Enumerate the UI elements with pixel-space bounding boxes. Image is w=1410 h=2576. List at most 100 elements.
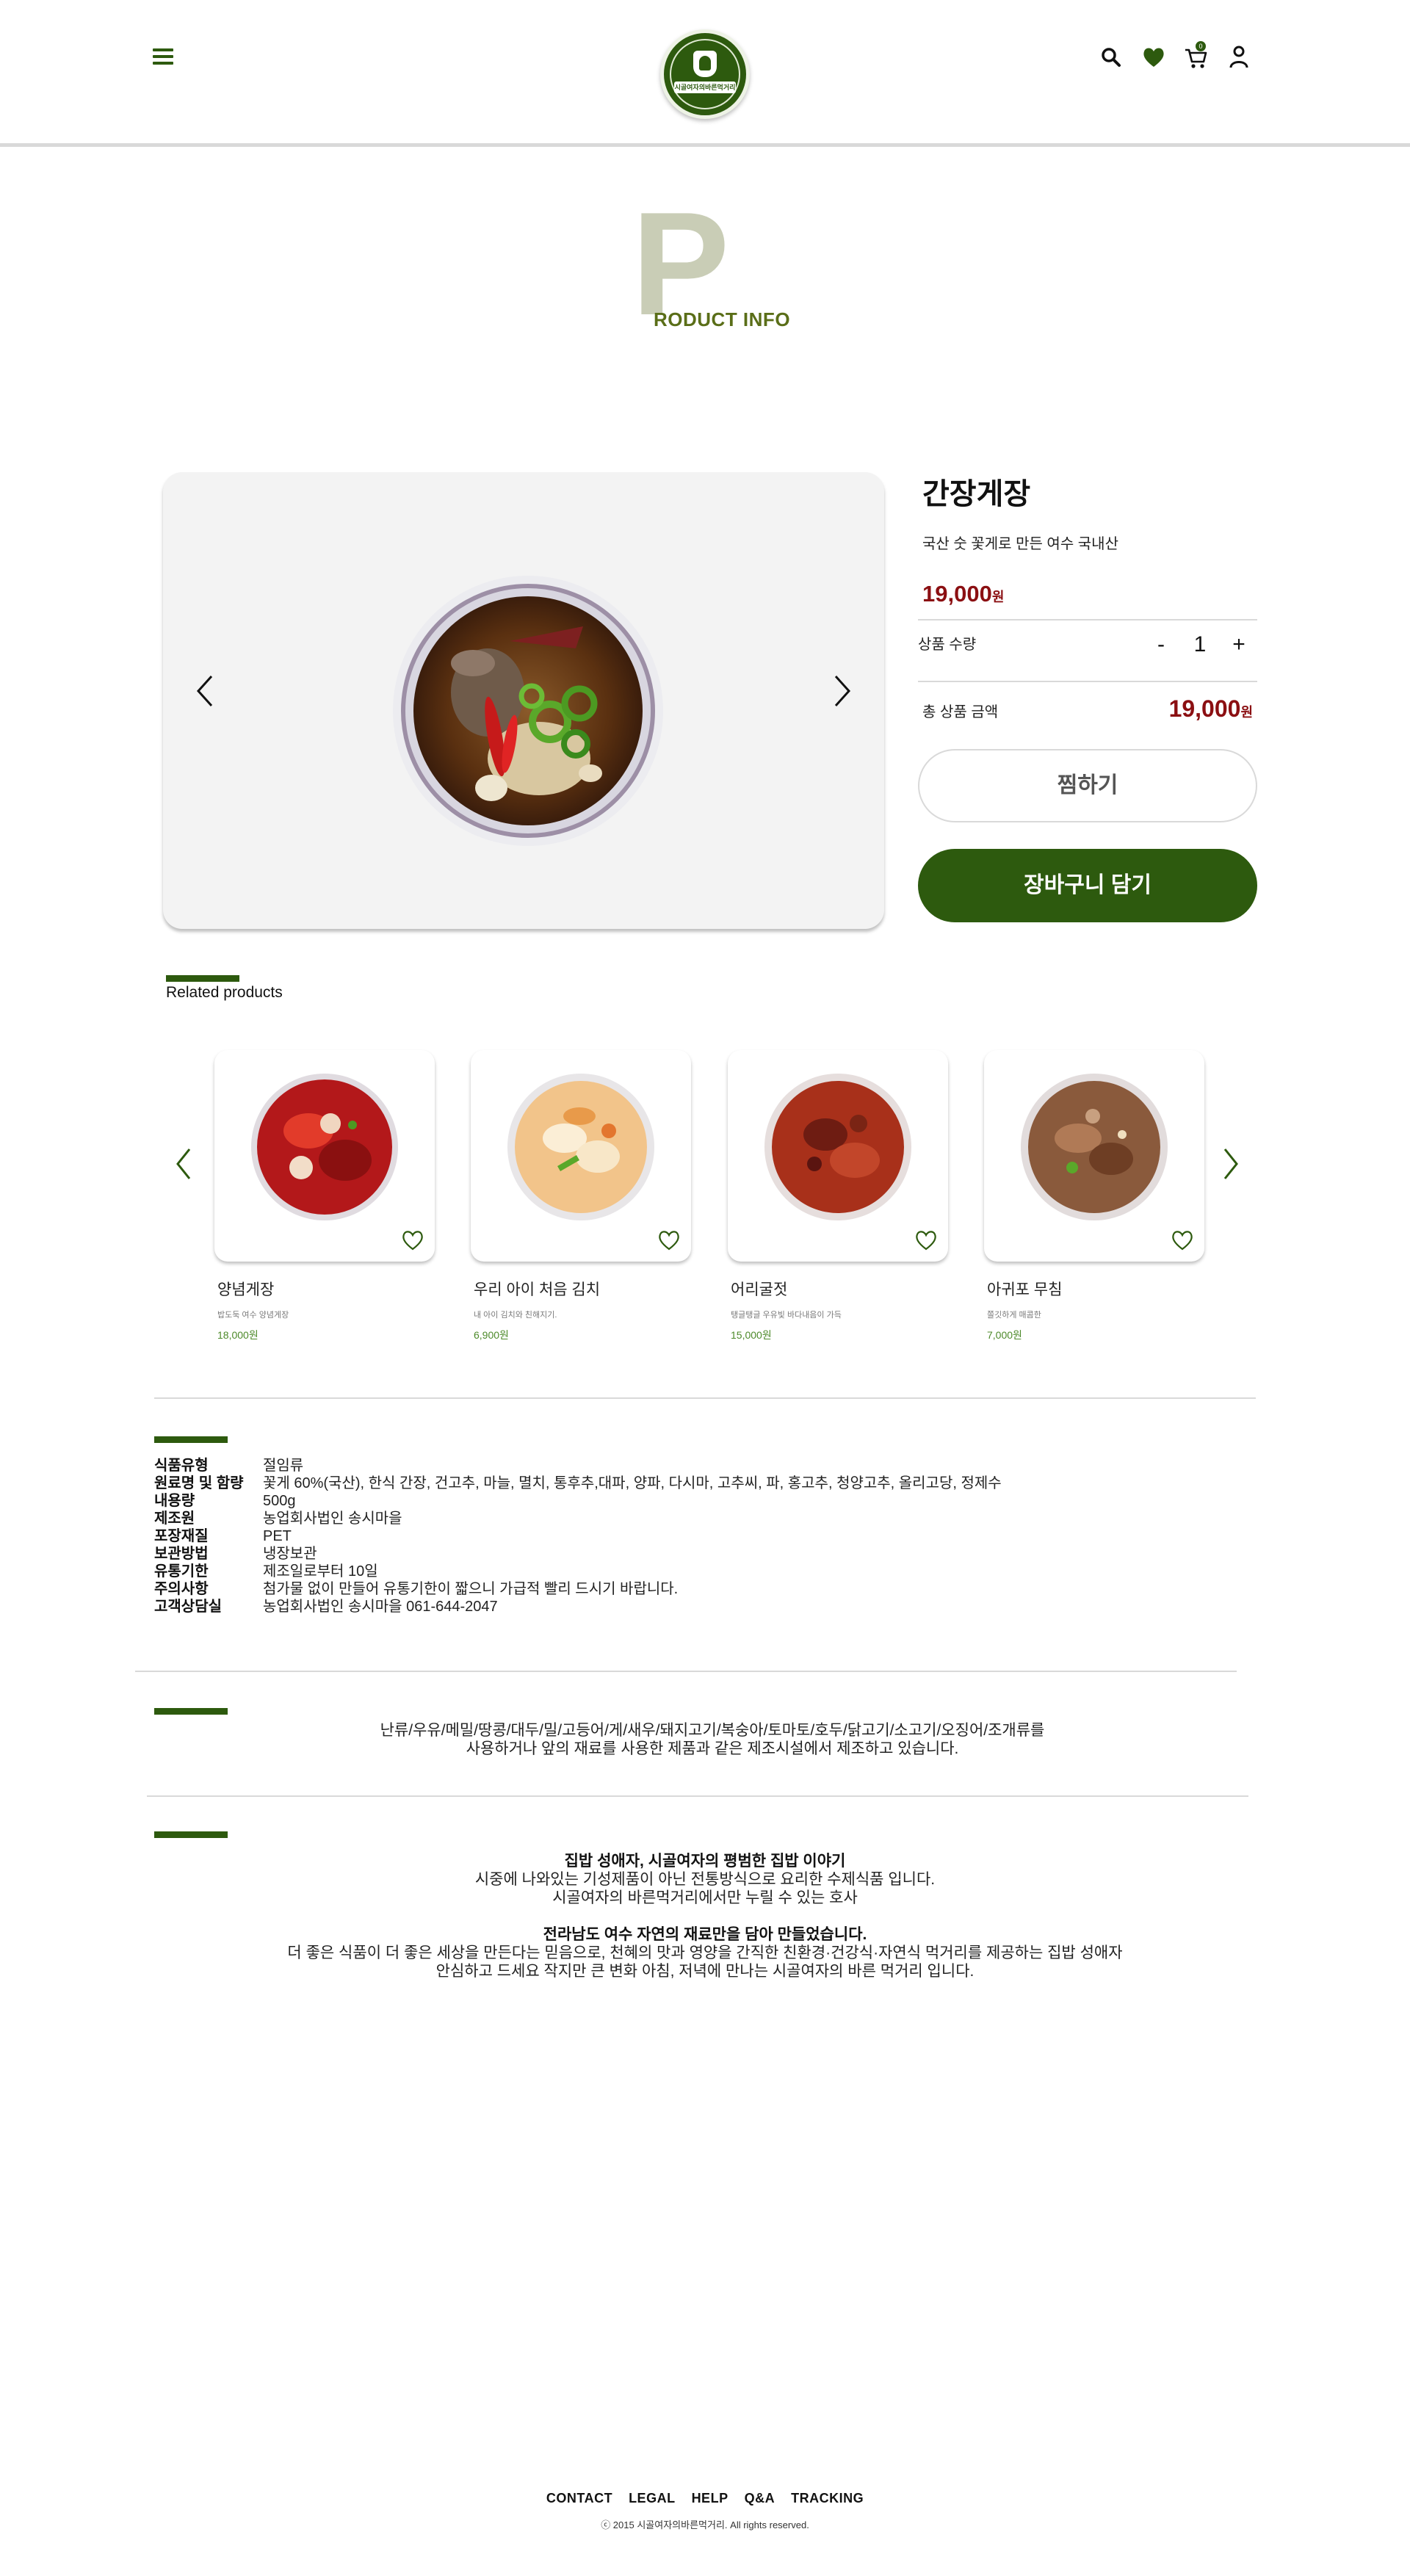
info-row: 고객상담실 농업회사법인 송시마을 061-644-2047 bbox=[154, 1598, 1002, 1616]
add-to-cart-button[interactable]: 장바구니 담기 bbox=[918, 849, 1257, 922]
brand-story: 집밥 성애자, 시골여자의 평범한 집밥 이야기 시중에 나와있는 기성제품이 … bbox=[0, 1852, 1410, 1980]
wishlist-button[interactable]: 찜하기 bbox=[918, 749, 1257, 822]
info-row: 식품유형 절임류 bbox=[154, 1457, 1002, 1475]
cart-icon[interactable]: 0 bbox=[1184, 41, 1209, 70]
quantity-row: 상품 수량 - 1 + bbox=[918, 619, 1257, 682]
heart-icon[interactable] bbox=[657, 1229, 681, 1251]
info-value: 냉장보관 bbox=[263, 1546, 317, 1562]
logo-emblem-icon bbox=[693, 51, 717, 77]
product-info-panel: 간장게장 국산 숫 꽃게로 만든 여수 국내산 19,000원 상품 수량 - … bbox=[918, 470, 1257, 922]
quantity-value[interactable]: 1 bbox=[1190, 632, 1210, 657]
divider bbox=[147, 1795, 1248, 1797]
info-key: 원료명 및 함량 bbox=[154, 1475, 244, 1491]
related-product-image bbox=[1021, 1074, 1168, 1220]
related-product-desc: 내 아이 김치와 친해지기. bbox=[474, 1311, 557, 1320]
related-product-price: 7,000원 bbox=[987, 1329, 1022, 1341]
info-key: 내용량 bbox=[154, 1493, 195, 1509]
gallery-prev-arrow-icon[interactable] bbox=[194, 673, 216, 709]
related-title: Related products bbox=[166, 984, 283, 1001]
menu-icon[interactable] bbox=[153, 48, 173, 66]
story-section-bar bbox=[154, 1831, 228, 1838]
related-product-image-card[interactable] bbox=[214, 1050, 435, 1262]
info-value: 제조일로부터 10일 bbox=[263, 1563, 378, 1580]
related-product-image-card[interactable] bbox=[471, 1050, 691, 1262]
related-product-desc: 탱글탱글 우유빛 바다내음이 가득 bbox=[731, 1311, 842, 1320]
logo-text: 시골여자의바른먹거리 bbox=[674, 82, 736, 93]
related-prev-arrow-icon[interactable] bbox=[175, 1147, 192, 1181]
allergy-section-bar bbox=[154, 1708, 228, 1715]
story-paragraph: 안심하고 드세요 작지만 큰 변화 아침, 저녁에 만나는 시골여자의 바른 먹… bbox=[435, 1963, 975, 1980]
related-product-card[interactable]: 양념게장 밥도둑 여수 양념게장 18,000원 bbox=[214, 1050, 435, 1342]
footer-link-qna[interactable]: Q&A bbox=[745, 2491, 776, 2506]
info-row: 내용량 500g bbox=[154, 1492, 1002, 1510]
total-label: 총 상품 금액 bbox=[922, 704, 999, 720]
info-row: 주의사항 첨가물 없이 만들어 유통기한이 짧으니 가급적 빨리 드시기 바랍니다… bbox=[154, 1580, 1002, 1598]
product-price: 19,000원 bbox=[922, 581, 1257, 607]
info-key: 포장재질 bbox=[154, 1528, 209, 1544]
quantity-stepper: - 1 + bbox=[1150, 632, 1250, 657]
section-title: P RODUCT INFO bbox=[632, 191, 822, 338]
related-product-image bbox=[507, 1074, 654, 1220]
heart-icon[interactable] bbox=[401, 1229, 424, 1251]
related-product-name[interactable]: 양념게장 bbox=[217, 1278, 435, 1300]
quantity-minus-button[interactable]: - bbox=[1150, 632, 1172, 657]
related-product-image-card[interactable] bbox=[984, 1050, 1204, 1262]
related-product-desc: 밥도둑 여수 양념게장 bbox=[217, 1311, 289, 1320]
story-title: 전라남도 여수 자연의 재료만을 담아 만들었습니다. bbox=[543, 1926, 867, 1943]
product-price-value: 19,000 bbox=[922, 581, 992, 607]
info-value: 절임류 bbox=[263, 1458, 304, 1474]
footer-link-legal[interactable]: LEGAL bbox=[629, 2491, 676, 2506]
info-value: 첨가물 없이 만들어 유통기한이 짧으니 가급적 빨리 드시기 바랍니다. bbox=[263, 1581, 679, 1597]
footer-link-contact[interactable]: CONTACT bbox=[546, 2491, 612, 2506]
related-product-name[interactable]: 아귀포 무침 bbox=[987, 1278, 1204, 1300]
related-product-image bbox=[251, 1074, 398, 1220]
related-product-price: 6,900원 bbox=[474, 1329, 509, 1341]
info-section-bar bbox=[154, 1436, 228, 1443]
quantity-label: 상품 수량 bbox=[918, 637, 977, 653]
total-price-currency: 원 bbox=[1240, 705, 1253, 720]
quantity-plus-button[interactable]: + bbox=[1228, 632, 1250, 657]
related-product-image bbox=[764, 1074, 911, 1220]
divider bbox=[154, 1397, 1256, 1399]
info-key: 식품유형 bbox=[154, 1458, 209, 1474]
related-product-price: 15,000원 bbox=[731, 1329, 772, 1341]
brand-logo[interactable]: 시골여자의바른먹거리 bbox=[660, 29, 750, 119]
related-product-card[interactable]: 어리굴젓 탱글탱글 우유빛 바다내음이 가득 15,000원 bbox=[728, 1050, 948, 1342]
info-key: 주의사항 bbox=[154, 1581, 209, 1597]
search-icon[interactable] bbox=[1099, 44, 1124, 70]
gallery-next-arrow-icon[interactable] bbox=[831, 673, 853, 709]
product-image bbox=[393, 576, 663, 846]
footer-link-tracking[interactable]: TRACKING bbox=[791, 2491, 864, 2506]
related-product-image-card[interactable] bbox=[728, 1050, 948, 1262]
info-row: 포장재질 PET bbox=[154, 1527, 1002, 1545]
related-product-desc: 쫄깃하게 매콤한 bbox=[987, 1311, 1041, 1320]
total-price-value: 19,000 bbox=[1168, 695, 1241, 722]
section-title-text: RODUCT INFO bbox=[654, 308, 791, 330]
allergy-line: 난류/우유/메밀/땅콩/대두/밀/고등어/게/새우/돼지고기/복숭아/토마토/호… bbox=[380, 1722, 1045, 1739]
info-row: 원료명 및 함량 꽃게 60%(국산), 한식 간장, 건고추, 마늘, 멸치, … bbox=[154, 1475, 1002, 1492]
related-product-name[interactable]: 어리굴젓 bbox=[731, 1278, 948, 1300]
allergy-notice: 난류/우유/메밀/땅콩/대두/밀/고등어/게/새우/돼지고기/복숭아/토마토/호… bbox=[0, 1721, 1410, 1758]
footer-link-help[interactable]: HELP bbox=[692, 2491, 728, 2506]
total-price: 19,000원 bbox=[1169, 695, 1253, 723]
related-product-name[interactable]: 우리 아이 처음 김치 bbox=[474, 1278, 691, 1300]
related-next-arrow-icon[interactable] bbox=[1222, 1147, 1240, 1181]
footer-links: CONTACT LEGAL HELP Q&A TRACKING bbox=[0, 2491, 1410, 2506]
heart-icon[interactable] bbox=[914, 1229, 938, 1251]
heart-icon[interactable] bbox=[1171, 1229, 1194, 1251]
story-paragraph: 시중에 나와있는 기성제품이 아닌 전통방식으로 요리한 수제식품 입니다. bbox=[474, 1871, 936, 1888]
info-row: 보관방법 냉장보관 bbox=[154, 1545, 1002, 1563]
divider bbox=[135, 1671, 1237, 1672]
user-icon[interactable] bbox=[1226, 44, 1251, 70]
heart-icon[interactable] bbox=[1141, 44, 1166, 70]
info-key: 고객상담실 bbox=[154, 1599, 222, 1615]
info-row: 제조원 농업회사법인 송시마을 bbox=[154, 1510, 1002, 1527]
related-product-card[interactable]: 우리 아이 처음 김치 내 아이 김치와 친해지기. 6,900원 bbox=[471, 1050, 691, 1342]
story-paragraph: 시골여자의 바른먹거리에서만 누릴 수 있는 호사 bbox=[552, 1889, 858, 1906]
info-value: 농업회사법인 송시마을 061-644-2047 bbox=[263, 1599, 498, 1615]
info-value: 500g bbox=[263, 1493, 296, 1509]
story-paragraph: 더 좋은 식품이 더 좋은 세상을 만든다는 믿음으로, 천혜의 맛과 영양을 … bbox=[287, 1944, 1123, 1961]
related-product-card[interactable]: 아귀포 무침 쫄깃하게 매콤한 7,000원 bbox=[984, 1050, 1204, 1342]
info-key: 제조원 bbox=[154, 1510, 195, 1527]
product-name: 간장게장 bbox=[922, 478, 1031, 510]
